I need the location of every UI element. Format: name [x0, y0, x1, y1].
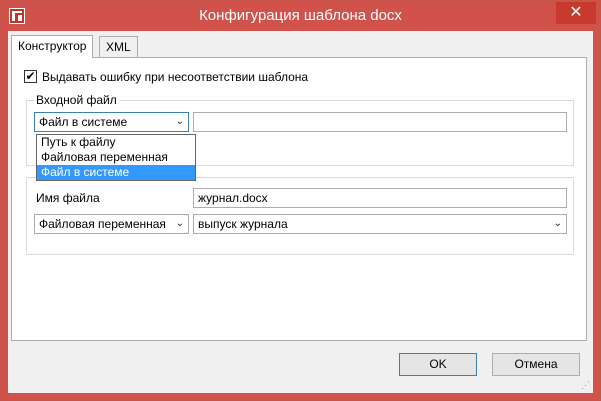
tab-constructor[interactable]: Конструктор [11, 35, 94, 58]
chevron-down-icon: ⌄ [175, 116, 184, 127]
dropdown-option-path[interactable]: Путь к файлу [37, 135, 195, 150]
error-on-mismatch-label: Выдавать ошибку при несоответствии шабло… [42, 70, 309, 84]
window-title: Конфигурация шаблона docx [199, 7, 402, 24]
dialog-client-area: Конструктор XML ✔ Выдавать ошибку при не… [8, 31, 593, 393]
output-kind-combo[interactable]: Файловая переменная ⌄ [34, 214, 189, 234]
cancel-button[interactable]: Отмена [492, 353, 580, 376]
chevron-down-icon: ⌄ [553, 218, 562, 229]
output-variable-value: выпуск журнала [198, 217, 288, 231]
error-on-mismatch-checkbox[interactable]: ✔ [24, 70, 37, 83]
close-button[interactable]: ✕ [556, 2, 596, 24]
output-kind-value: Файловая переменная [39, 217, 166, 231]
input-source-dropdown-list: Путь к файлу Файловая переменная Файл в … [36, 134, 196, 181]
resize-grip-icon[interactable]: ⋰ [581, 380, 590, 391]
title-bar[interactable]: Конфигурация шаблона docx ✕ [1, 1, 600, 31]
filename-label: Имя файла [36, 191, 100, 205]
chevron-down-icon: ⌄ [175, 218, 184, 229]
dialog-window: Конфигурация шаблона docx ✕ Конструктор … [0, 0, 601, 401]
input-path-field[interactable] [193, 112, 567, 132]
dropdown-option-file-variable[interactable]: Файловая переменная [37, 150, 195, 165]
input-source-value: Файл в системе [39, 115, 128, 129]
input-source-combo[interactable]: Файл в системе ⌄ [34, 112, 189, 132]
output-variable-combo[interactable]: выпуск журнала ⌄ [193, 214, 567, 234]
filename-field[interactable]: журнал.docx [193, 188, 567, 208]
dropdown-option-system-file[interactable]: Файл в системе [37, 165, 195, 180]
tab-xml[interactable]: XML [99, 36, 138, 57]
ok-button[interactable]: OK [399, 353, 477, 376]
input-file-group-label: Входной файл [34, 93, 119, 107]
close-icon: ✕ [569, 4, 583, 21]
